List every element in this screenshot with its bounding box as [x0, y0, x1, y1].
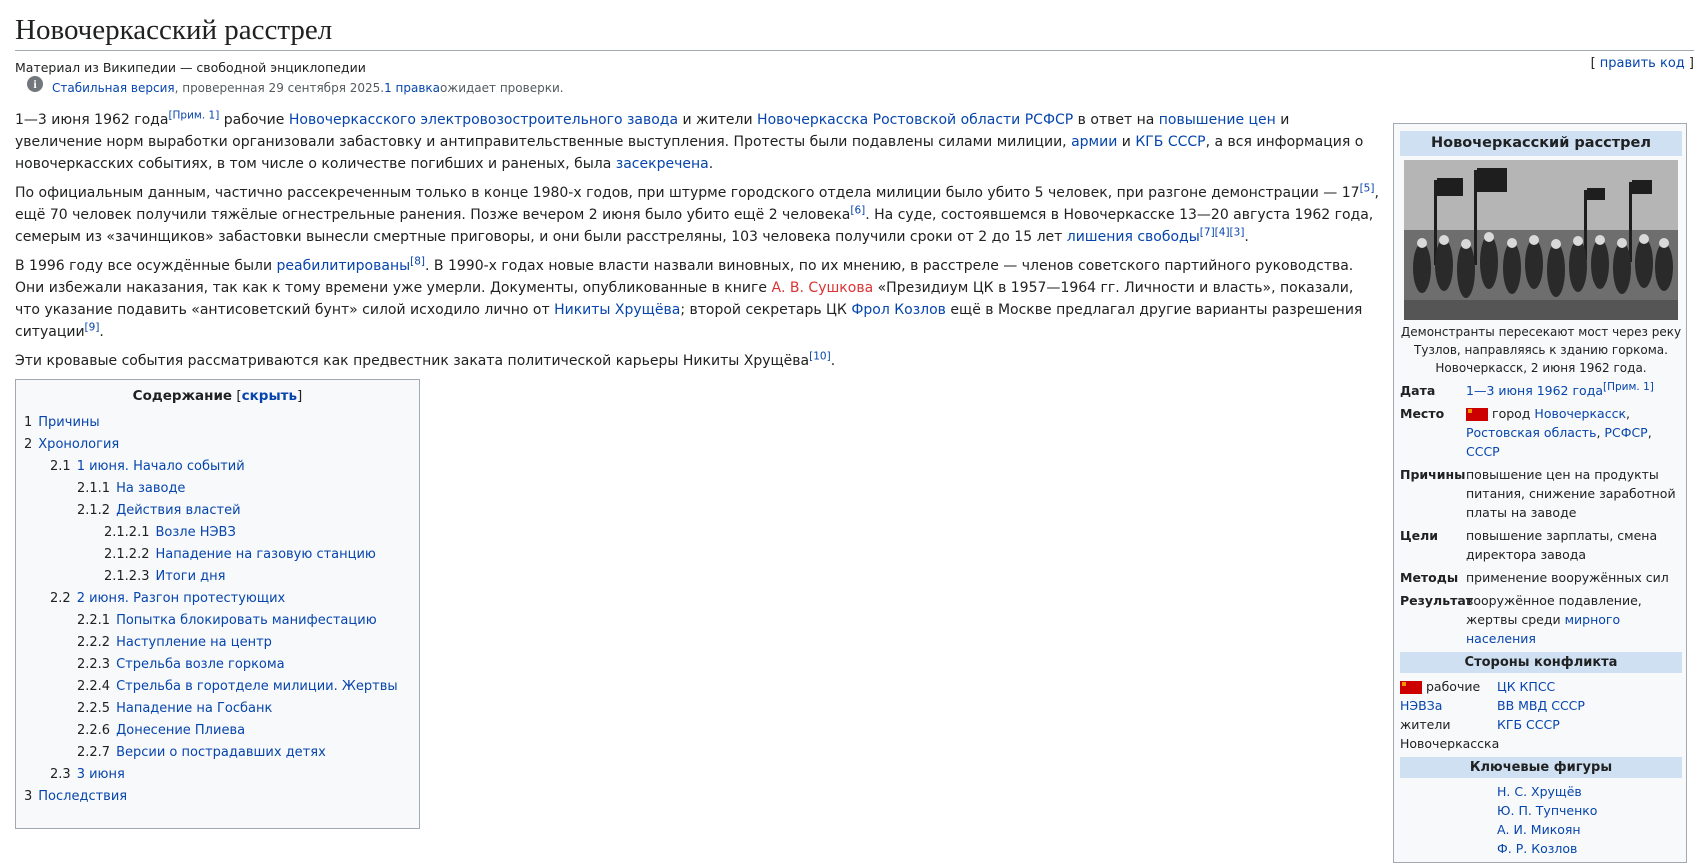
link-nevz[interactable]: Новочеркасского электровозостроительного…	[289, 112, 678, 128]
infobox: Новочеркасский расстрел Демонстранты пер…	[1393, 123, 1687, 863]
date-link[interactable]: 1—3 июня 1962 года	[1466, 383, 1603, 398]
toc-title: Содержание [скрыть]	[132, 388, 303, 404]
image-caption: Демонстранты пересекают мост через реку …	[1400, 325, 1682, 375]
toc-item[interactable]: 2.2.1 Попытка блокировать манифестацию	[24, 610, 411, 632]
link-rostov-oblast[interactable]: Ростовской области	[873, 112, 1021, 128]
key-figures: Н. С. Хрущёв Ю. П. Тупченко А. И. Микоян…	[1400, 782, 1682, 858]
pending-edits-link[interactable]: 1 правка	[384, 81, 440, 95]
infobox-row-place: Место город Новочеркасск, Ростовская обла…	[1400, 406, 1652, 459]
link-price-rise[interactable]: повышение цен	[1159, 112, 1276, 128]
link-internal-troops[interactable]: ВВ МВД СССР	[1497, 698, 1585, 713]
toc-hide-link[interactable]: скрыть	[242, 388, 297, 404]
ref-link[interactable]: [6]	[850, 204, 865, 216]
toc-item[interactable]: 2.2.6 Донесение Плиева	[24, 720, 411, 742]
toc-item[interactable]: 2 Хронология	[24, 434, 411, 456]
link-nevz[interactable]: НЭВЗа	[1400, 698, 1442, 713]
link-kgb[interactable]: КГБ СССР	[1135, 134, 1205, 150]
infobox-row-goals: Цели повышение зарплаты, смена директора…	[1400, 528, 1658, 562]
ref-link[interactable]: [7][4][3]	[1200, 226, 1245, 238]
link-city[interactable]: Новочеркасск	[1534, 406, 1626, 421]
infobox-row-causes: Причины повышение цен на продукты питани…	[1400, 467, 1676, 520]
toc-item[interactable]: 2.2.7 Версии о пострадавших детях	[24, 742, 411, 764]
site-subtitle: Материал из Википедии — свободной энцикл…	[15, 60, 366, 75]
paragraph-2: По официальным данным, частично рассекре…	[15, 182, 1379, 245]
link-rsfsr[interactable]: РСФСР	[1604, 425, 1647, 440]
table-of-contents: Содержание [скрыть] 1 Причины 2 Хронология…	[15, 379, 420, 829]
key-figures-header: Ключевые фигуры	[1400, 757, 1682, 778]
link-region[interactable]: Ростовская область	[1466, 425, 1596, 440]
link-figure[interactable]: А. И. Микоян	[1497, 822, 1581, 837]
toc-item[interactable]: 2.1.2.2 Нападение на газовую станцию	[24, 544, 411, 566]
link-novocherkassk[interactable]: Новочеркасска	[757, 112, 868, 128]
toc-item[interactable]: 2.2.3 Стрельба возле горкома	[24, 654, 411, 676]
link-imprisonment[interactable]: лишения свободы	[1067, 229, 1200, 245]
toc-item[interactable]: 2.2.5 Нападение на Госбанк	[24, 698, 411, 720]
toc-item[interactable]: 2.1.1 На заводе	[24, 478, 411, 500]
toc-item[interactable]: 2.2.4 Стрельба в горотделе милиции. Жертв…	[24, 676, 411, 698]
info-icon: i	[27, 76, 43, 92]
link-cpsu-cc[interactable]: ЦК КПСС	[1497, 679, 1555, 694]
link-ussr[interactable]: СССР	[1466, 444, 1500, 459]
demonstrators-photo[interactable]	[1404, 160, 1678, 320]
toc-item[interactable]: 1 Причины	[24, 412, 411, 434]
toc-item[interactable]: 2.3 3 июня	[24, 764, 411, 786]
link-army[interactable]: армии	[1071, 134, 1117, 150]
edit-source: [ править код ]	[1590, 56, 1694, 71]
sides-of-conflict: рабочие НЭВЗа жители Новочеркасска ЦК КП…	[1400, 679, 1585, 751]
ussr-flag-icon	[1466, 408, 1488, 421]
toc-item[interactable]: 2.1.2 Действия властей	[24, 500, 411, 522]
toc-item[interactable]: 2.2 2 июня. Разгон протестующих	[24, 588, 411, 610]
infobox-row-methods: Методы применение вооружённых сил	[1400, 570, 1669, 585]
ref-link[interactable]: [8]	[410, 255, 425, 267]
flagged-revs-notice: i Стабильная версия, проверенная 29 сент…	[15, 76, 1694, 95]
note-link[interactable]: [Прим. 1]	[168, 109, 219, 121]
link-kgb[interactable]: КГБ СССР	[1497, 717, 1560, 732]
red-flag-icon	[1400, 681, 1422, 694]
paragraph-1: 1—3 июня 1962 года[Прим. 1] рабочие Ново…	[15, 109, 1364, 172]
redlink-sushkov[interactable]: А. В. Сушкова	[771, 280, 873, 296]
link-figure[interactable]: Н. С. Хрущёв	[1497, 784, 1582, 799]
toc-item[interactable]: 2.2.2 Наступление на центр	[24, 632, 411, 654]
link-rehabilitated[interactable]: реабилитированы	[277, 258, 411, 274]
article-body: 1—3 июня 1962 года[Прим. 1] рабочие Ново…	[15, 109, 1380, 829]
note-link[interactable]: [Прим. 1]	[1603, 381, 1654, 393]
edit-source-link[interactable]: править код	[1600, 56, 1685, 71]
link-figure[interactable]: Ф. Р. Козлов	[1497, 841, 1577, 856]
infobox-title: Новочеркасский расстрел	[1400, 131, 1682, 156]
link-figure[interactable]: Ю. П. Тупченко	[1497, 803, 1597, 818]
link-classified[interactable]: засекречена	[616, 156, 709, 172]
link-rsfsr[interactable]: РСФСР	[1025, 112, 1074, 128]
link-khrushchev[interactable]: Никиты Хрущёва	[554, 302, 680, 318]
ref-link[interactable]: [5]	[1360, 182, 1375, 194]
toc-item[interactable]: 3 Последствия	[24, 786, 411, 808]
infobox-row-date: Дата 1—3 июня 1962 года[Прим. 1]	[1400, 380, 1654, 398]
sides-header: Стороны конфликта	[1400, 652, 1682, 673]
paragraph-3: В 1996 году все осуждённые были реабилит…	[15, 255, 1363, 340]
toc-item[interactable]: 2.1.2.3 Итоги дня	[24, 566, 411, 588]
paragraph-4: Эти кровавые события рассматриваются как…	[15, 350, 836, 369]
ref-link[interactable]: [9]	[85, 321, 100, 333]
ref-link[interactable]: [10]	[809, 350, 831, 362]
infobox-row-result: Результат вооружённое подавление, жертвы…	[1400, 593, 1642, 646]
toc-item[interactable]: 2.1 1 июня. Начало событий	[24, 456, 411, 478]
link-kozlov[interactable]: Фрол Козлов	[851, 302, 946, 318]
page-title: Новочеркасский расстрел	[15, 0, 1694, 51]
toc-item[interactable]: 2.1.2.1 Возле НЭВЗ	[24, 522, 411, 544]
stable-version-link[interactable]: Стабильная версия	[52, 81, 175, 95]
